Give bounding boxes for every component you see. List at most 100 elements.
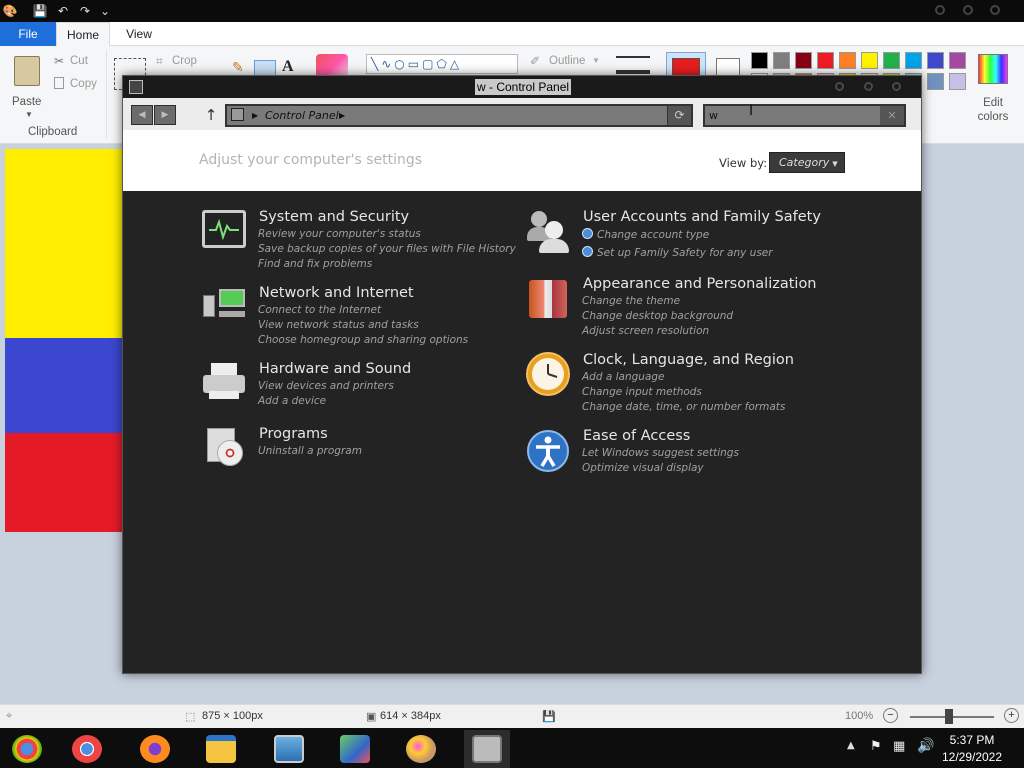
forward-button[interactable]: ▶: [154, 105, 176, 125]
taskbar-file-explorer-icon[interactable]: [198, 730, 244, 768]
taskbar-firefox-icon[interactable]: [132, 730, 178, 768]
clock-icon[interactable]: [525, 352, 571, 398]
redo-icon[interactable]: ↷: [77, 3, 93, 19]
category-title[interactable]: Programs: [259, 426, 328, 442]
color-swatch[interactable]: [817, 52, 834, 69]
minimize-button[interactable]: [935, 5, 945, 15]
customize-quick-access-icon[interactable]: ⌄: [97, 3, 113, 19]
category-link[interactable]: Add a language: [582, 371, 665, 383]
close-button[interactable]: [990, 5, 1000, 15]
back-button[interactable]: ◀: [131, 105, 153, 125]
cp-minimize-button[interactable]: [835, 82, 844, 91]
category-link[interactable]: Add a device: [258, 395, 326, 407]
tab-home[interactable]: Home: [56, 22, 110, 47]
tray-clock-date[interactable]: 12/29/2022: [932, 750, 1012, 764]
zoom-out-button[interactable]: −: [883, 708, 898, 723]
category-title[interactable]: User Accounts and Family Safety: [583, 209, 821, 225]
tab-view[interactable]: View: [112, 22, 166, 46]
category-link[interactable]: Let Windows suggest settings: [582, 447, 739, 459]
color-swatch[interactable]: [927, 73, 944, 90]
category-link[interactable]: Find and fix problems: [258, 258, 372, 270]
color-swatch[interactable]: [795, 52, 812, 69]
tray-clock-time[interactable]: 5:37 PM: [932, 733, 1012, 747]
size-button[interactable]: [616, 56, 650, 74]
category-title[interactable]: Network and Internet: [259, 285, 414, 301]
color-swatch[interactable]: [861, 52, 878, 69]
undo-icon[interactable]: ↶: [55, 3, 71, 19]
category-link[interactable]: Change desktop background: [582, 310, 733, 322]
zoom-slider-thumb[interactable]: [945, 709, 953, 724]
edit-colors-button[interactable]: Edit colors: [972, 52, 1014, 124]
category-link[interactable]: View network status and tasks: [258, 319, 419, 331]
shapes-gallery[interactable]: ╲∿○▭▢⬠△: [366, 54, 518, 74]
network-computers-icon[interactable]: [201, 285, 247, 331]
paste-button[interactable]: Paste ▼: [8, 52, 46, 120]
breadcrumb[interactable]: Control Panel: [265, 108, 339, 123]
color-swatch[interactable]: [949, 52, 966, 69]
category-link[interactable]: Change the theme: [582, 295, 680, 307]
category-link[interactable]: Connect to the Internet: [258, 304, 381, 316]
personalization-icon[interactable]: [525, 276, 571, 322]
paint-titlebar: 🎨 💾 ↶ ↷ ⌄: [0, 0, 1024, 22]
color-swatch[interactable]: [927, 52, 944, 69]
taskbar-network-app-icon[interactable]: [332, 730, 378, 768]
category-link[interactable]: Set up Family Safety for any user: [582, 246, 773, 259]
control-panel-titlebar[interactable]: w - Control Panel: [123, 76, 921, 98]
programs-disc-icon[interactable]: [201, 426, 247, 472]
address-bar[interactable]: ▶ Control Panel ▶ ⟳: [225, 104, 693, 127]
category-title[interactable]: Ease of Access: [583, 428, 690, 444]
copy-button[interactable]: Copy: [54, 77, 104, 93]
color-swatch[interactable]: [949, 73, 966, 90]
crop-label: Crop: [172, 55, 197, 67]
taskbar-photos-icon[interactable]: [266, 730, 312, 768]
refresh-icon[interactable]: ⟳: [667, 106, 691, 125]
category-link[interactable]: Save backup copies of your files with Fi…: [258, 243, 516, 255]
category-link[interactable]: Optimize visual display: [582, 462, 704, 474]
tray-overflow-icon[interactable]: ▲: [847, 740, 855, 751]
maximize-button[interactable]: [963, 5, 973, 15]
category-title[interactable]: Appearance and Personalization: [583, 276, 817, 292]
color-swatch[interactable]: [773, 52, 790, 69]
category-link[interactable]: Change input methods: [582, 386, 702, 398]
category-link[interactable]: Adjust screen resolution: [582, 325, 709, 337]
accessibility-icon[interactable]: [525, 428, 571, 474]
taskbar-chrome-remote-icon[interactable]: [4, 730, 50, 768]
category-link[interactable]: Change date, time, or number formats: [582, 401, 785, 413]
control-panel-app-icon: [129, 80, 143, 94]
taskbar-control-panel-icon[interactable]: [464, 730, 510, 768]
category-link[interactable]: Review your computer's status: [258, 228, 421, 240]
category-link[interactable]: Choose homegroup and sharing options: [258, 334, 468, 346]
category-link[interactable]: Uninstall a program: [258, 445, 362, 457]
users-icon[interactable]: [525, 209, 571, 255]
monitor-pulse-icon[interactable]: [201, 209, 247, 255]
network-tray-icon[interactable]: ▦: [893, 739, 905, 754]
cut-button[interactable]: ✂ Cut: [54, 54, 98, 70]
breadcrumb-chevron-icon[interactable]: ▶: [339, 108, 345, 123]
color-swatch[interactable]: [839, 52, 856, 69]
file-size-icon: 💾: [542, 711, 556, 723]
zoom-in-button[interactable]: +: [1004, 708, 1019, 723]
category-title[interactable]: System and Security: [259, 209, 409, 225]
category-link[interactable]: Change account type: [582, 228, 709, 241]
color-swatch[interactable]: [905, 52, 922, 69]
cp-close-button[interactable]: [892, 82, 901, 91]
color-swatch[interactable]: [751, 52, 768, 69]
view-by-dropdown[interactable]: Category ▼: [769, 152, 845, 173]
save-icon[interactable]: 💾: [32, 3, 48, 19]
breadcrumb-chevron-icon[interactable]: ▶: [252, 108, 258, 123]
outline-dropdown[interactable]: ✐ Outline ▼: [530, 54, 606, 72]
clear-search-icon[interactable]: ✕: [880, 106, 904, 125]
cp-maximize-button[interactable]: [864, 82, 873, 91]
taskbar-paint-icon[interactable]: [398, 730, 444, 768]
up-arrow-icon[interactable]: ↑: [203, 105, 219, 125]
category-title[interactable]: Hardware and Sound: [259, 361, 411, 377]
crop-button[interactable]: ⌗ Crop: [156, 54, 206, 70]
search-input[interactable]: w I ✕: [703, 103, 906, 127]
color-swatch[interactable]: [883, 52, 900, 69]
category-link[interactable]: View devices and printers: [258, 380, 394, 392]
category-title[interactable]: Clock, Language, and Region: [583, 352, 794, 368]
action-center-flag-icon[interactable]: ⚑: [870, 739, 882, 754]
tab-file[interactable]: File: [0, 22, 56, 46]
taskbar-chrome-icon[interactable]: [64, 730, 110, 768]
printer-icon[interactable]: [201, 361, 247, 407]
